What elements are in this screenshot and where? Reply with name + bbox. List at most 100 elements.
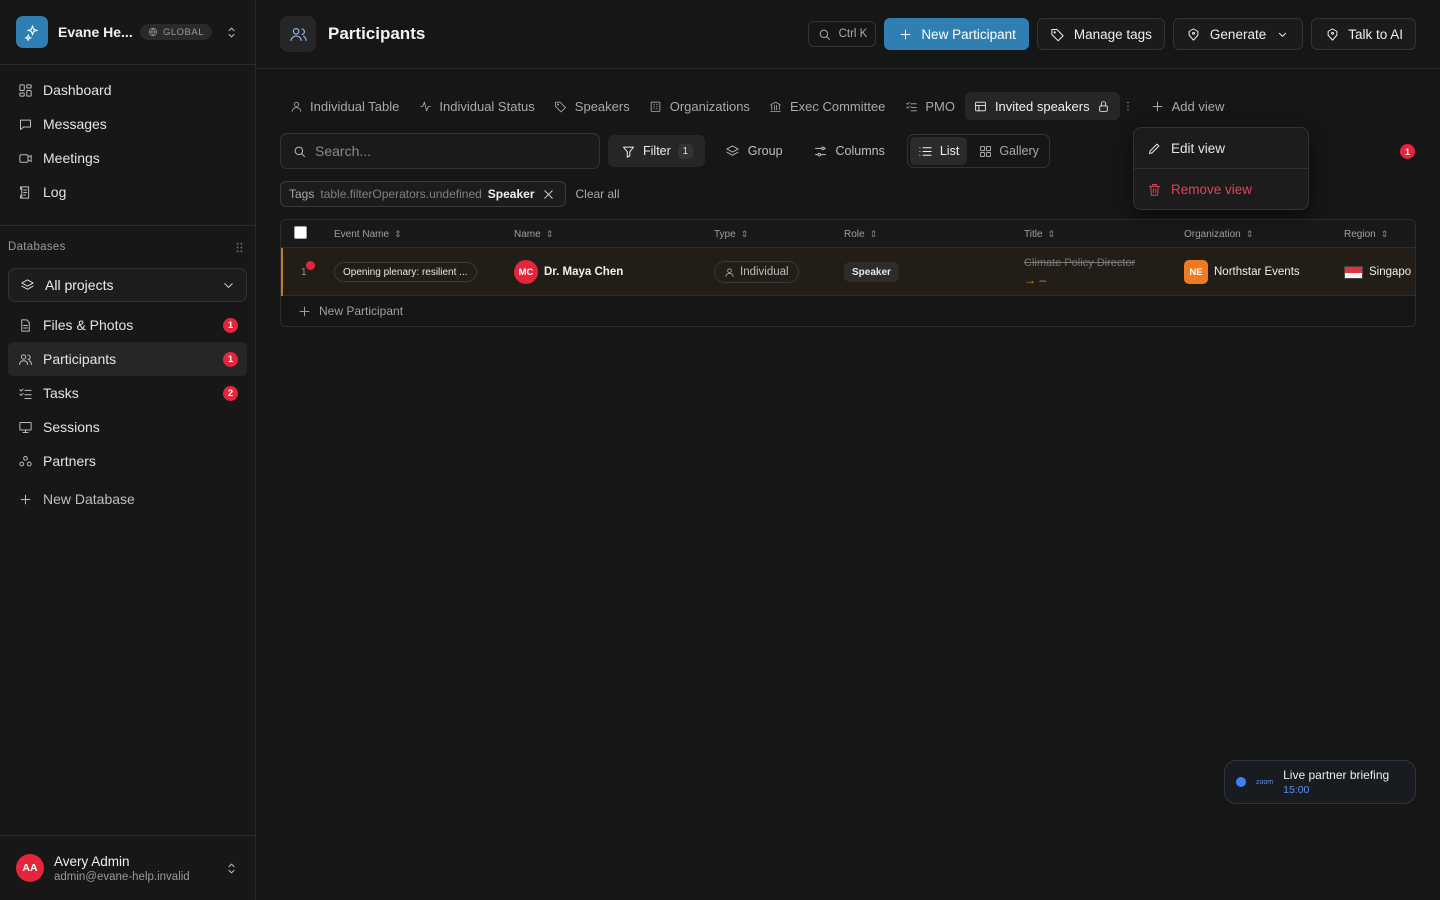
nav-item-log[interactable]: Log: [8, 175, 247, 209]
region-name: Singapo: [1369, 266, 1412, 278]
table-row[interactable]: 1 Opening plenary: resilient ... MC Dr. …: [281, 248, 1415, 296]
view-options-icon[interactable]: [1122, 99, 1134, 113]
zoom-logo: zoom: [1256, 778, 1274, 786]
video-icon: [17, 150, 33, 166]
sidebar-item-participants[interactable]: Participants 1: [8, 342, 247, 376]
file-icon: [17, 317, 33, 333]
cell-title[interactable]: Climate Policy Director → –: [1024, 248, 1135, 296]
clear-all-filters-button[interactable]: Clear all: [576, 187, 620, 201]
new-participant-row-button[interactable]: New Participant: [281, 296, 1415, 326]
remove-view-menu-item[interactable]: Remove view: [1134, 169, 1308, 209]
generate-button[interactable]: Generate: [1172, 18, 1304, 50]
user-menu[interactable]: AA Avery Admin admin@evane-help.invalid: [0, 835, 255, 900]
live-meeting-indicator[interactable]: zoom Live partner briefing 15:00: [1224, 760, 1416, 804]
layers-icon: [725, 143, 741, 159]
column-header-name[interactable]: Name ⇕: [514, 220, 553, 248]
project-selector-label: All projects: [45, 277, 114, 293]
filter-chip-value: Speaker: [487, 187, 535, 201]
sort-icon: ⇕: [1380, 228, 1389, 239]
tab-organizations[interactable]: Organizations: [640, 92, 758, 120]
filter-button[interactable]: Filter 1: [608, 135, 705, 167]
column-label: Type: [714, 228, 736, 240]
drag-handle-icon[interactable]: [231, 239, 247, 255]
talk-to-ai-button[interactable]: Talk to AI: [1311, 18, 1416, 50]
tab-exec-committee[interactable]: Exec Committee: [760, 92, 893, 120]
cell-organization[interactable]: NE Northstar Events: [1184, 248, 1300, 296]
new-database-button[interactable]: New Database: [8, 482, 247, 516]
group-button[interactable]: Group: [713, 135, 795, 167]
tab-pmo[interactable]: PMO: [895, 92, 963, 120]
talk-to-ai-label: Talk to AI: [1348, 26, 1403, 42]
column-header-region[interactable]: Region ⇕: [1344, 220, 1388, 248]
main-nav: Dashboard Messages Meetings Log: [0, 65, 255, 217]
sidebar-item-label: Tasks: [43, 385, 79, 401]
cell-role[interactable]: Speaker: [844, 248, 899, 296]
tab-label: Individual Table: [310, 98, 400, 114]
sidebar-item-label: Sessions: [43, 419, 100, 435]
layers-icon: [19, 277, 35, 293]
live-meeting-title: Live partner briefing: [1283, 768, 1390, 782]
search-box: [280, 133, 600, 169]
tab-individual-table[interactable]: Individual Table: [280, 92, 407, 120]
column-header-event-name[interactable]: Event Name ⇕: [334, 220, 402, 248]
sidebar-item-sessions[interactable]: Sessions: [8, 410, 247, 444]
new-participant-button[interactable]: New Participant: [884, 18, 1029, 50]
tab-label: Individual Status: [439, 98, 535, 114]
manage-tags-button[interactable]: Manage tags: [1036, 18, 1165, 50]
columns-settings-icon: [813, 143, 829, 159]
log-icon: [17, 184, 33, 200]
tab-invited-speakers[interactable]: Invited speakers: [964, 92, 1120, 120]
new-participant-label: New Participant: [921, 26, 1016, 42]
singapore-flag-icon: [1344, 265, 1363, 279]
cell-name[interactable]: MC Dr. Maya Chen: [514, 248, 623, 296]
select-all-checkbox[interactable]: [294, 226, 307, 239]
column-label: Event Name: [334, 228, 390, 240]
sort-icon: ⇕: [1245, 228, 1254, 239]
notification-badge[interactable]: 1: [1400, 144, 1415, 159]
tab-speakers[interactable]: Speakers: [545, 92, 638, 120]
list-view-toggle[interactable]: List: [909, 137, 968, 165]
cell-region[interactable]: Singapo: [1344, 248, 1411, 296]
group-label: Group: [747, 144, 783, 158]
sidebar-item-partners[interactable]: Partners: [8, 444, 247, 478]
tab-individual-status[interactable]: Individual Status: [409, 92, 542, 120]
nav-item-messages[interactable]: Messages: [8, 107, 247, 141]
type-label: Individual: [740, 266, 789, 278]
filter-chip[interactable]: Tags table.filterOperators.undefined Spe…: [280, 181, 566, 207]
building-icon: [648, 98, 664, 114]
column-label: Role: [844, 228, 865, 240]
sidebar-item-files-photos[interactable]: Files & Photos 1: [8, 308, 247, 342]
users-icon: [17, 351, 33, 367]
project-selector[interactable]: All projects: [8, 268, 247, 302]
sort-icon: ⇕: [545, 228, 554, 239]
plus-icon: [296, 303, 312, 319]
workspace-switcher[interactable]: Evane He... GLOBAL: [0, 0, 255, 65]
search-input[interactable]: [315, 143, 585, 159]
list-icon: [918, 143, 934, 159]
column-header-role[interactable]: Role ⇕: [844, 220, 877, 248]
user-icon: [288, 98, 304, 114]
command-search-button[interactable]: Ctrl K: [807, 21, 877, 47]
column-header-type[interactable]: Type ⇕: [714, 220, 748, 248]
sidebar-item-label: Partners: [43, 453, 96, 469]
column-header-organization[interactable]: Organization ⇕: [1184, 220, 1253, 248]
nav-item-dashboard[interactable]: Dashboard: [8, 73, 247, 107]
edit-view-menu-item[interactable]: Edit view: [1134, 128, 1308, 168]
column-label: Organization: [1184, 228, 1241, 240]
cell-type[interactable]: Individual: [714, 248, 799, 296]
organization-name: Northstar Events: [1214, 266, 1300, 278]
close-icon[interactable]: [541, 186, 557, 202]
tag-icon: [1050, 26, 1066, 42]
chevrons-up-down-icon: [223, 860, 239, 876]
checklist-icon: [903, 98, 919, 114]
sidebar-item-tasks[interactable]: Tasks 2: [8, 376, 247, 410]
add-view-button[interactable]: Add view: [1150, 98, 1224, 114]
workspace-logo-icon: [16, 16, 48, 48]
gallery-view-toggle[interactable]: Gallery: [969, 137, 1047, 165]
sort-icon: ⇕: [869, 228, 878, 239]
page-header: Participants Ctrl K New Participant Mana…: [256, 0, 1440, 69]
column-header-title[interactable]: Title ⇕: [1024, 220, 1055, 248]
nav-item-meetings[interactable]: Meetings: [8, 141, 247, 175]
cell-event-name[interactable]: Opening plenary: resilient ...: [334, 248, 477, 296]
columns-button[interactable]: Columns: [801, 135, 897, 167]
